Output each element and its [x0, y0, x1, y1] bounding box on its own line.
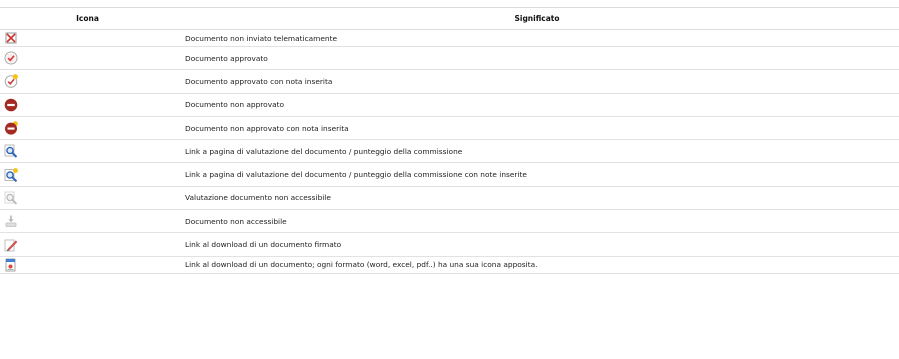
row-text: Link al download di un documento; ogni f…: [175, 256, 899, 274]
magnifier-disabled-icon: [4, 191, 18, 205]
table-row: Link a pagina di valutazione del documen…: [0, 162, 899, 187]
check-approved-icon: [4, 51, 18, 65]
row-text: Documento approvato con nota inserita: [175, 69, 899, 94]
document-file-icon: [4, 258, 18, 272]
table-row: Documento approvato con nota inserita: [0, 69, 899, 94]
icon-legend-table: Icona Significato Documento non inviato …: [0, 7, 899, 274]
table-row: Documento approvato: [0, 46, 899, 71]
table-row: Documento non approvato con nota inserit…: [0, 116, 899, 141]
table-row: Documento non inviato telematicamente: [0, 29, 899, 47]
row-text: Documento non approvato: [175, 93, 899, 117]
table-header-row: Icona Significato: [0, 7, 899, 30]
table-row: Link a pagina di valutazione del documen…: [0, 139, 899, 164]
row-text: Documento non accessibile: [175, 209, 899, 234]
header-significato: Significato: [175, 7, 899, 30]
table-row: Valutazione documento non accessibile: [0, 186, 899, 211]
legend-table-wrapper: Icona Significato Documento non inviato …: [0, 7, 899, 274]
row-text: Link a pagina di valutazione del documen…: [175, 162, 899, 187]
row-text: Valutazione documento non accessibile: [175, 186, 899, 211]
row-text: Documento non approvato con nota inserit…: [175, 116, 899, 141]
pencil-signed-icon: [4, 238, 18, 252]
not-approved-icon: [4, 98, 18, 112]
check-approved-note-icon: [4, 74, 18, 89]
download-disabled-icon: [4, 214, 18, 228]
mail-crossed-icon: [4, 31, 18, 45]
table-row: Link al download di un documento firmato: [0, 232, 899, 257]
row-text: Link a pagina di valutazione del documen…: [175, 139, 899, 164]
row-text: Documento non inviato telematicamente: [175, 29, 899, 47]
table-row: Documento non accessibile: [0, 209, 899, 234]
table-row: Documento non approvato: [0, 93, 899, 117]
magnifier-icon: [4, 144, 18, 159]
row-text: Link al download di un documento firmato: [175, 232, 899, 257]
magnifier-note-icon: [4, 167, 18, 182]
not-approved-note-icon: [4, 121, 18, 135]
header-icona: Icona: [0, 7, 175, 30]
table-row: Link al download di un documento; ogni f…: [0, 256, 899, 274]
row-text: Documento approvato: [175, 46, 899, 71]
